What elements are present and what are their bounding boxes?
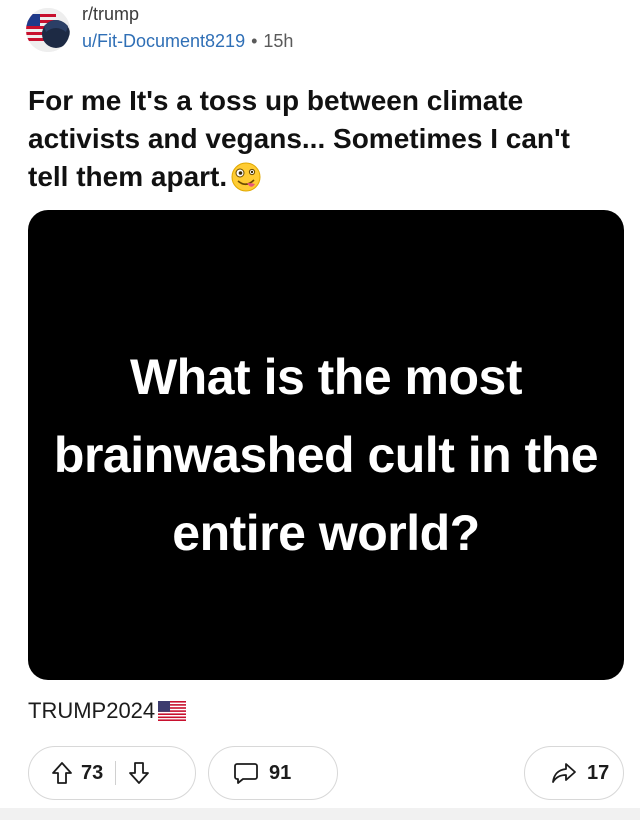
post-caption-text: TRUMP2024 bbox=[28, 698, 156, 723]
meta-separator: • bbox=[251, 31, 258, 51]
post-meta: u/Fit-Document8219 • 15h bbox=[82, 31, 293, 52]
upvote-count: 73 bbox=[81, 761, 104, 784]
subreddit-avatar-image bbox=[26, 8, 70, 52]
post-header: r/trump u/Fit-Document8219 • 15h bbox=[26, 0, 626, 56]
vote-divider bbox=[115, 761, 117, 785]
post-title[interactable]: For me It's a toss up between climate ac… bbox=[28, 82, 618, 202]
post-time: 15h bbox=[263, 31, 294, 51]
upvote-arrow-icon[interactable] bbox=[51, 761, 73, 785]
post-caption: TRUMP2024 bbox=[28, 698, 187, 727]
us-flag-icon bbox=[158, 701, 187, 727]
subreddit-avatar[interactable] bbox=[26, 8, 70, 52]
comment-count: 91 bbox=[269, 761, 292, 784]
post-image-text: What is the most brainwashed cult in the… bbox=[53, 349, 599, 561]
comments-button[interactable]: 91 bbox=[208, 746, 338, 800]
post-image[interactable]: What is the most brainwashed cult in the… bbox=[28, 210, 624, 680]
zany-face-emoji-icon bbox=[231, 162, 261, 202]
downvote-arrow-icon[interactable] bbox=[128, 761, 150, 785]
subreddit-name[interactable]: r/trump bbox=[82, 4, 139, 25]
vote-bar: 73 bbox=[28, 746, 196, 800]
share-arrow-icon bbox=[551, 761, 577, 785]
comment-bubble-icon bbox=[233, 761, 259, 785]
share-button[interactable]: 17 bbox=[524, 746, 624, 800]
bottom-divider bbox=[0, 808, 640, 820]
post-title-text: For me It's a toss up between climate ac… bbox=[28, 85, 570, 192]
post-actions: 73 91 17 bbox=[28, 746, 624, 800]
share-count: 17 bbox=[587, 761, 610, 784]
post-author[interactable]: u/Fit-Document8219 bbox=[82, 31, 245, 51]
